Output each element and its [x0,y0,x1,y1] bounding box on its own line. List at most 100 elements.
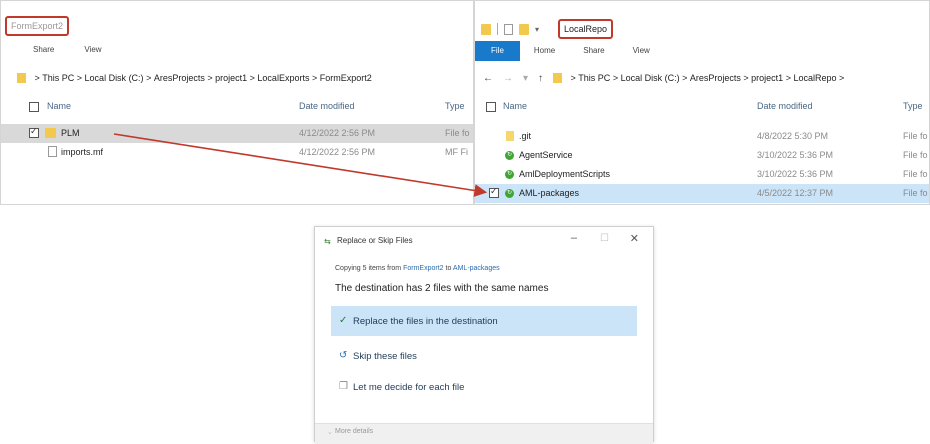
list-item[interactable]: .git 4/8/2022 5:30 PM File fo [475,127,929,146]
list-item[interactable]: ↻ AgentService 3/10/2022 5:36 PM File fo [475,146,929,165]
breadcrumb-item[interactable]: project1 [215,73,247,83]
breadcrumb-sep-icon: > [836,73,845,83]
file-icon [48,146,57,157]
source-folder-link[interactable]: FormExport2 [403,265,443,272]
select-all-checkbox[interactable] [486,102,496,112]
dialog-heading: The destination has 2 files with the sam… [335,283,549,294]
forward-arrow-icon[interactable]: → [503,73,513,84]
list-item[interactable]: PLM 4/12/2022 2:56 PM File fo [1,124,473,143]
left-ribbon: Share View [1,41,473,57]
item-name: PLM [61,128,80,138]
ribbon-tab-share[interactable]: Share [569,41,618,61]
back-arrow-icon[interactable]: ← [483,73,493,84]
breadcrumb-sep-icon: > [568,73,579,83]
item-date: 4/5/2022 12:37 PM [757,188,834,198]
right-address-bar[interactable]: ← → ▾ ↑ > This PC > Local Disk (C:) > Ar… [475,67,929,89]
ribbon-tab-home[interactable]: Home [520,41,569,61]
checkmark-icon: ✓ [339,315,348,326]
minimize-button[interactable]: – [571,232,577,244]
left-column-header: Name Date modified Type [1,96,473,118]
maximize-button[interactable]: ☐ [600,233,609,244]
quick-access-toolbar: ▾ [481,21,539,37]
ribbon-tab-file[interactable]: File [475,41,520,61]
breadcrumb-item[interactable]: FormExport2 [320,73,372,83]
list-item[interactable]: imports.mf 4/12/2022 2:56 PM MF Fi [1,143,473,162]
item-date: 4/8/2022 5:30 PM [757,131,829,141]
right-titlebar: ▾ LocalRepo [475,1,929,39]
toolbar-separator [497,23,498,35]
item-date: 3/10/2022 5:36 PM [757,150,834,160]
dialog-title: Replace or Skip Files [337,236,413,245]
item-date: 4/12/2022 2:56 PM [299,147,376,157]
breadcrumb-item[interactable]: LocalExports [257,73,309,83]
item-date: 3/10/2022 5:36 PM [757,169,834,179]
column-type[interactable]: Type [445,101,465,111]
option-label: Let me decide for each file [353,382,465,393]
properties-icon[interactable] [504,23,513,35]
chevron-down-icon[interactable]: ⌄ [327,428,333,436]
breadcrumb-item[interactable]: AresProjects [690,73,741,83]
right-ribbon: File Home Share View [475,41,929,61]
folder-icon [481,23,491,35]
item-name: AgentService [519,150,573,160]
item-name: AML-packages [519,188,580,198]
breadcrumb-sep-icon: > [610,73,621,83]
folder-icon [553,73,563,83]
breadcrumb-item[interactable]: project1 [751,73,783,83]
skip-files-option[interactable]: ↺ Skip these files [331,341,637,371]
breadcrumb-sep-icon: > [309,73,320,83]
item-checkbox[interactable] [29,126,39,138]
sync-status-icon: ↻ [505,189,514,198]
breadcrumb-sep-icon: > [679,73,690,83]
breadcrumb-sep-icon: > [143,73,154,83]
breadcrumb-item[interactable]: Local Disk (C:) [85,73,144,83]
breadcrumb-item[interactable]: This PC [42,73,74,83]
breadcrumb-sep-icon: > [740,73,752,83]
more-details-button[interactable]: More details [335,428,373,435]
breadcrumb-sep-icon: > [783,73,794,83]
item-date: 4/12/2022 2:56 PM [299,128,376,138]
item-type: File fo [445,128,470,138]
copy-summary-to: to [445,265,452,272]
item-checkbox[interactable] [489,186,499,198]
item-type: File fo [903,150,928,160]
ribbon-tab-share[interactable]: Share [33,45,54,54]
breadcrumb-sep-icon: > [204,73,216,83]
column-type[interactable]: Type [903,101,923,111]
column-name[interactable]: Name [503,101,527,111]
breadcrumb-item[interactable]: LocalRepo [793,73,836,83]
breadcrumb-sep-icon: > [247,73,258,83]
folder-icon [45,128,56,138]
column-date-modified[interactable]: Date modified [299,101,355,111]
breadcrumb-item[interactable]: Local Disk (C:) [621,73,680,83]
ribbon-tab-view[interactable]: View [84,45,101,54]
item-name: imports.mf [61,147,104,157]
item-type: File fo [903,188,928,198]
close-button[interactable]: ✕ [630,232,639,245]
folder-icon [506,131,514,141]
breadcrumb-item[interactable]: This PC [578,73,610,83]
destination-folder-link[interactable]: AML-packages [453,265,500,272]
sync-status-icon: ↻ [505,170,514,179]
chevron-down-icon[interactable]: ▾ [523,73,528,84]
breadcrumb-sep-icon: > [32,73,43,83]
left-titlebar: FormExport2 [1,1,473,37]
list-item[interactable]: ↻ AmlDeploymentScripts 3/10/2022 5:36 PM… [475,165,929,184]
left-explorer-window: FormExport2 Share View > This PC > Local… [0,0,474,205]
item-name: AmlDeploymentScripts [519,169,611,179]
left-address-bar[interactable]: > This PC > Local Disk (C:) > AresProjec… [1,67,473,89]
decide-each-file-option[interactable]: ❐ Let me decide for each file [331,372,637,402]
new-folder-icon[interactable] [519,23,529,35]
chevron-down-icon[interactable]: ▾ [535,25,539,34]
column-date-modified[interactable]: Date modified [757,101,813,111]
compare-icon: ❐ [339,381,348,392]
ribbon-tab-view[interactable]: View [619,41,664,61]
list-item[interactable]: ↻ AML-packages 4/5/2022 12:37 PM File fo [475,184,929,203]
breadcrumb-sep-icon: > [74,73,85,83]
replace-files-option[interactable]: ✓ Replace the files in the destination [331,306,637,336]
breadcrumb-item[interactable]: AresProjects [154,73,205,83]
column-name[interactable]: Name [47,101,71,111]
left-window-title: FormExport2 [5,16,70,36]
up-arrow-icon[interactable]: ↑ [538,73,543,84]
select-all-checkbox[interactable] [29,102,39,112]
